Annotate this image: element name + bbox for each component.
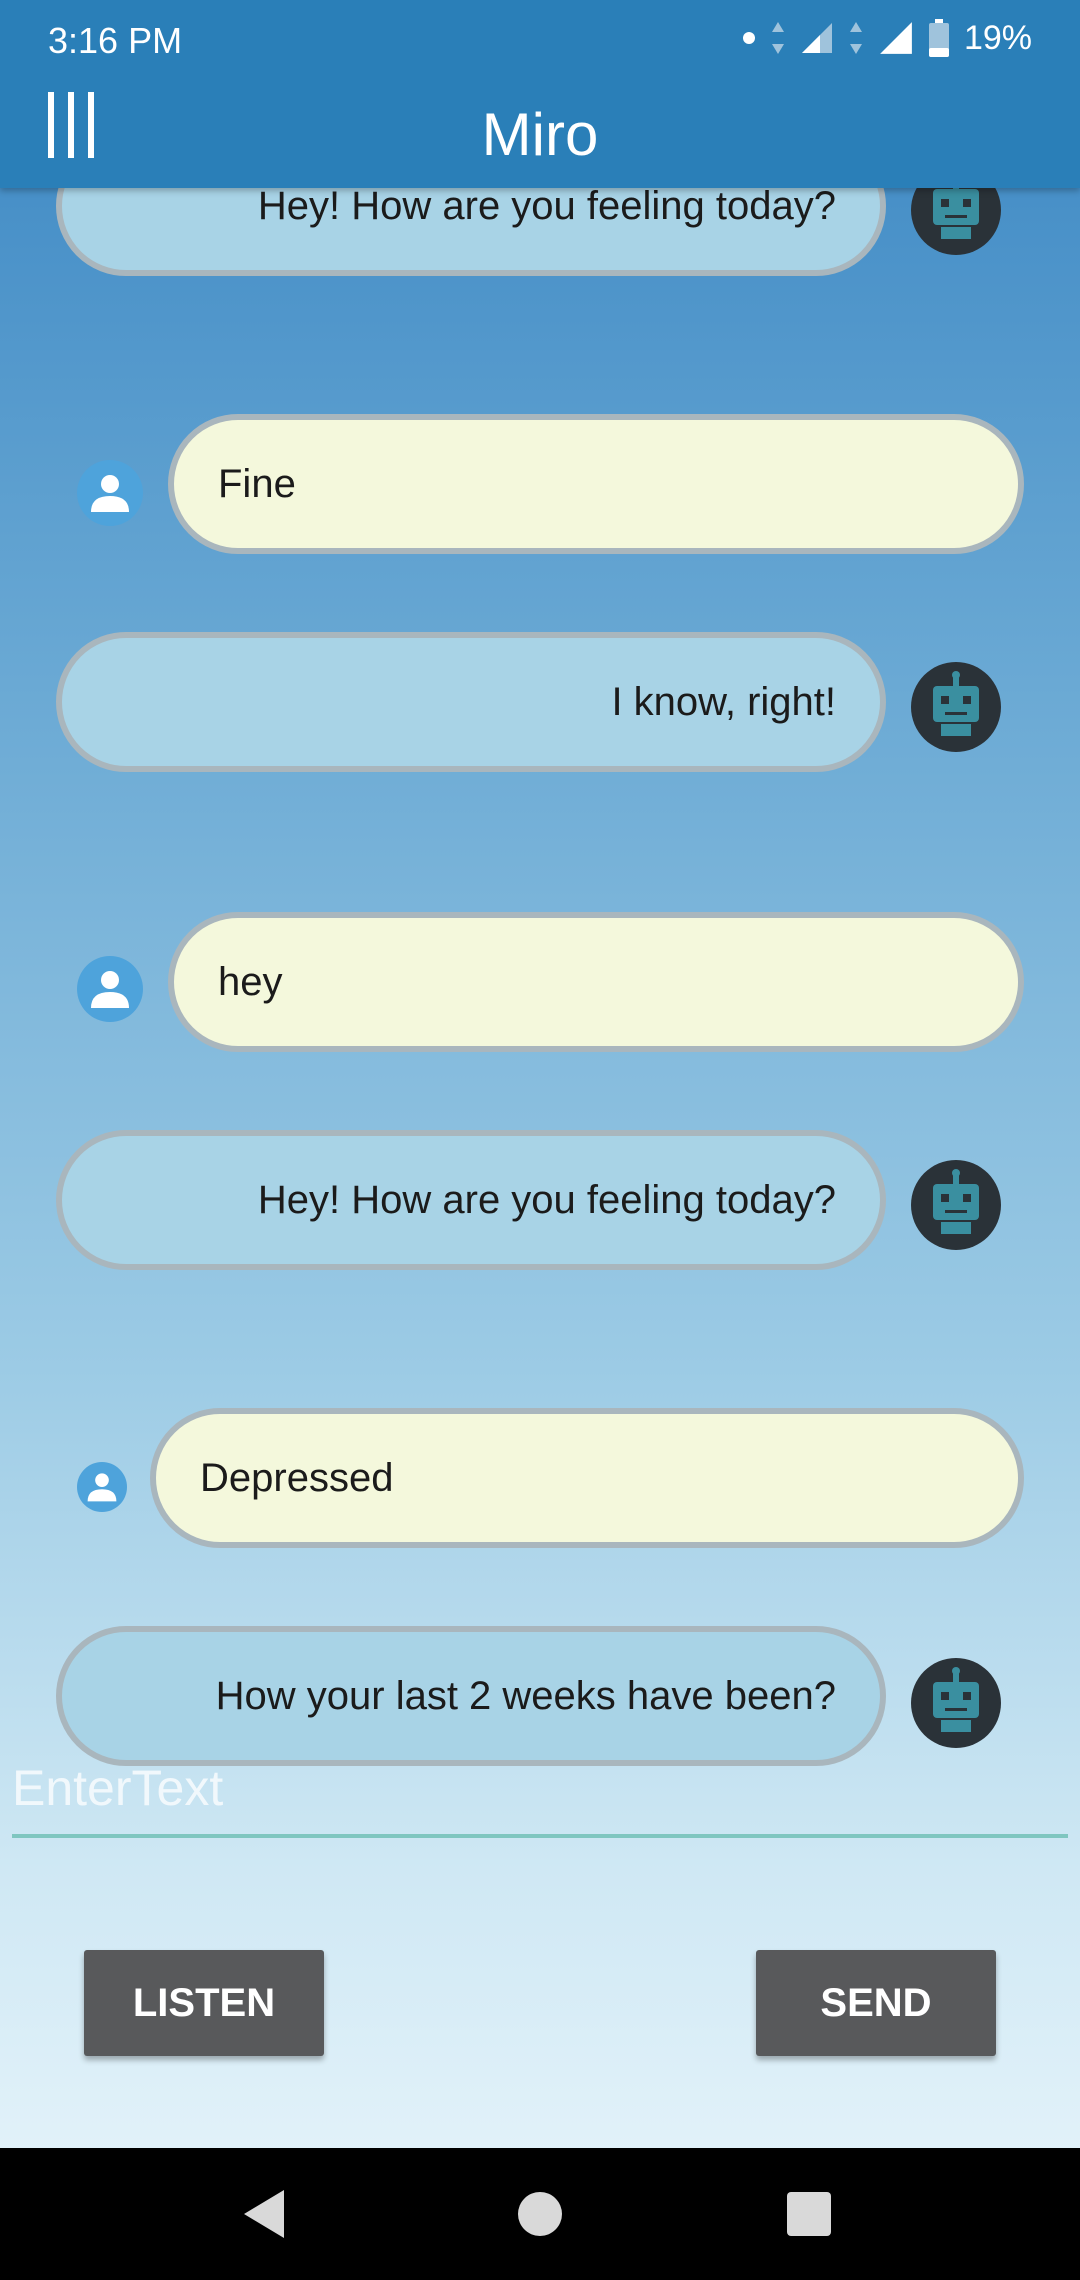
message-input-container [12, 1748, 1068, 1838]
message-input[interactable] [12, 1748, 1068, 1828]
recent-apps-icon[interactable] [787, 2192, 831, 2236]
bot-message: How your last 2 weeks have been? [56, 1626, 886, 1766]
message-text: I know, right! [611, 679, 836, 724]
bot-message: Hey! How are you feeling today? [56, 1130, 886, 1270]
app-title: Miro [481, 101, 599, 168]
send-button[interactable]: SEND [756, 1950, 996, 2056]
notification-dot-icon [742, 31, 756, 45]
signal-icon [878, 20, 914, 56]
message-text: How your last 2 weeks have been? [215, 1673, 836, 1718]
system-navigation-bar [0, 2148, 1080, 2280]
chat-list[interactable]: Hey! How are you feeling today? Fine I k… [0, 0, 1080, 2150]
home-icon[interactable] [518, 2192, 562, 2236]
battery-icon [928, 18, 950, 58]
listen-button[interactable]: LISTEN [84, 1950, 324, 2056]
app-bar: 3:16 PM 19% Miro [0, 0, 1080, 188]
back-icon[interactable] [240, 2186, 288, 2247]
robot-avatar-icon [911, 662, 1001, 752]
bot-message: I know, right! [56, 632, 886, 772]
battery-percent: 19% [963, 18, 1032, 57]
status-icons: 19% [742, 18, 1032, 58]
message-text: Depressed [200, 1455, 394, 1500]
user-message: Depressed [150, 1408, 1024, 1548]
signal-icon [800, 21, 834, 55]
robot-avatar-icon [911, 1160, 1001, 1250]
user-message: Fine [168, 414, 1024, 554]
send-button-label: SEND [820, 1980, 932, 2025]
data-arrows-icon [770, 18, 786, 58]
robot-avatar-icon [911, 1658, 1001, 1748]
user-message: hey [168, 912, 1024, 1052]
message-text: hey [218, 959, 283, 1004]
user-avatar-icon [77, 956, 143, 1022]
user-avatar-icon [77, 460, 143, 526]
user-avatar-icon [77, 1462, 127, 1512]
listen-button-label: LISTEN [132, 1980, 276, 2025]
message-text: Hey! How are you feeling today? [257, 1177, 836, 1222]
data-arrows-icon [848, 18, 864, 58]
message-text: Fine [218, 461, 296, 506]
input-underline [12, 1834, 1068, 1838]
status-time: 3:16 PM [48, 20, 183, 61]
message-text: Hey! How are you feeling today? [257, 183, 836, 228]
